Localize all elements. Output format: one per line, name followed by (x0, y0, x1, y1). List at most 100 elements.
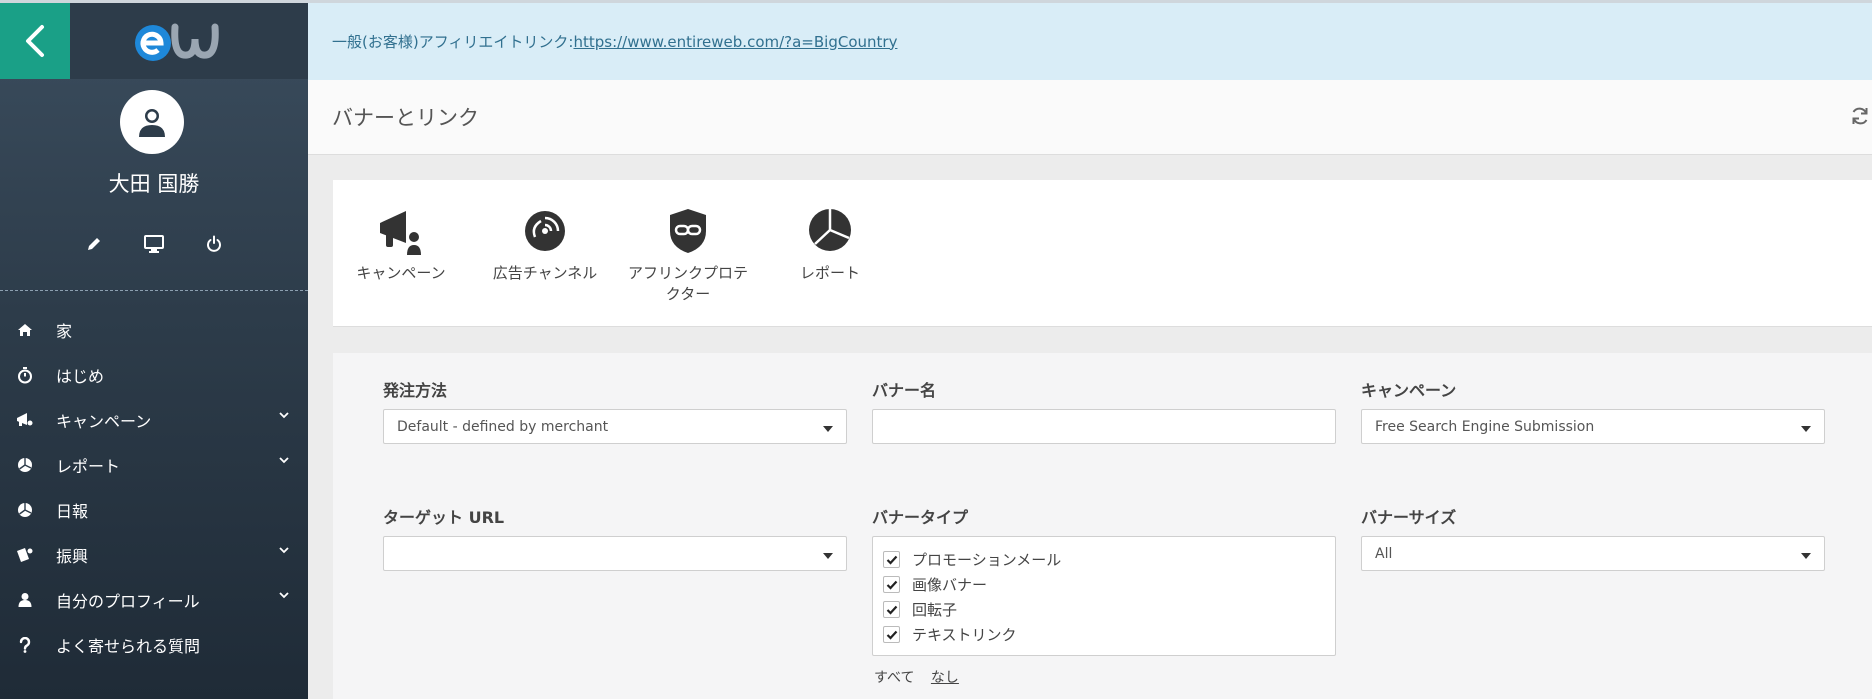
affiliate-link[interactable]: https://www.entireweb.com/?a=BigCountry (573, 33, 897, 51)
checkmark-icon (886, 555, 897, 565)
caret-down-icon (1801, 553, 1811, 559)
chevron-down-icon (279, 547, 289, 554)
sidebar-item-label: キャンペーン (56, 411, 152, 431)
user-icon (139, 109, 165, 137)
pencil-icon (88, 238, 100, 250)
sidebar-item-label: 自分のプロフィール (56, 591, 200, 611)
tile-reports[interactable]: レポート (765, 207, 895, 284)
sidebar-item-label: レポート (56, 456, 121, 476)
order-method-select[interactable]: Default - defined by merchant (383, 409, 847, 444)
stopwatch-icon (18, 366, 32, 383)
banner-size-label: バナーサイズ (1361, 508, 1457, 527)
collapse-sidebar-button[interactable] (0, 3, 70, 79)
chevron-down-icon (279, 457, 289, 464)
banner-size-value: All (1375, 545, 1393, 562)
sidebar-item-label: はじめ (56, 366, 105, 386)
banner-type-checklist: プロモーションメール 画像バナー 回転子 テキストリンク (872, 536, 1336, 656)
page-title: バナーとリンク (332, 106, 479, 130)
user-icon (18, 592, 32, 607)
select-all-link[interactable]: すべて (874, 670, 914, 686)
chevron-down-icon (279, 412, 289, 419)
sidebar-item-label: 日報 (56, 501, 89, 521)
banner-type-option-rotator[interactable]: 回転子 (883, 597, 1325, 622)
megaphone-icon (17, 412, 33, 426)
tile-campaigns[interactable]: キャンペーン (336, 207, 466, 284)
sidebar-item-label: 家 (56, 321, 73, 341)
option-label: テキストリンク (912, 626, 1017, 644)
sidebar-header (0, 0, 308, 79)
campaign-label: キャンペーン (1361, 381, 1457, 400)
chevron-left-icon (26, 25, 44, 57)
tile-label: レポート (799, 264, 860, 282)
logo[interactable] (70, 3, 308, 79)
chevron-down-icon (279, 592, 289, 599)
tile-ad-channels[interactable]: 広告チャンネル (480, 207, 610, 284)
banner-size-select[interactable]: All (1361, 536, 1825, 571)
promotion-icon (17, 547, 33, 562)
sidebar-item-reports[interactable]: レポート (0, 442, 308, 487)
tile-label: アフリンクプロテクター (627, 264, 748, 303)
sidebar-item-campaigns[interactable]: キャンペーン (0, 397, 308, 442)
select-none-link[interactable]: なし (931, 670, 959, 686)
page-header: バナーとリンク (308, 80, 1872, 155)
sidebar-item-getting-started[interactable]: はじめ (0, 352, 308, 397)
tile-aflink-protector[interactable]: アフリンクプロテクター (623, 207, 753, 305)
sidebar-item-promotion[interactable]: 振興 (0, 532, 308, 577)
option-label: 画像バナー (912, 576, 988, 594)
sidebar-item-label: 振興 (56, 546, 89, 566)
sidebar-item-daily-report[interactable]: 日報 (0, 487, 308, 532)
home-icon (18, 323, 32, 336)
banner-type-option-promo-mail[interactable]: プロモーションメール (883, 547, 1325, 572)
checkbox[interactable] (883, 576, 900, 593)
sidebar-item-faq[interactable]: よく寄せられる質問 (0, 622, 308, 667)
banner-name-input[interactable] (872, 409, 1336, 444)
tile-label: 広告チャンネル (492, 264, 598, 282)
campaign-value: Free Search Engine Submission (1375, 418, 1595, 435)
sidebar-item-home[interactable]: 家 (0, 307, 308, 352)
pie-chart-icon (18, 502, 32, 517)
checkmark-icon (886, 605, 897, 615)
sidebar: 大田 国勝 家 はじめ キャンペーン レポート 日報 振興 自分のプロフィール … (0, 0, 308, 699)
banner-type-option-text-link[interactable]: テキストリンク (883, 622, 1325, 647)
sidebar-item-label: よく寄せられる質問 (56, 636, 201, 656)
question-icon (19, 636, 31, 653)
pie-chart-icon (809, 209, 851, 251)
quick-nav-panel: キャンペーン 広告チャンネル アフリンクプロテクター レポート (333, 180, 1872, 327)
tile-label: キャンペーン (356, 264, 446, 282)
caret-down-icon (1801, 426, 1811, 432)
option-label: プロモーションメール (912, 551, 1062, 569)
entireweb-logo-icon (135, 23, 219, 61)
caret-down-icon (823, 426, 833, 432)
order-method-value: Default - defined by merchant (397, 418, 609, 435)
monitor-icon (144, 235, 164, 253)
refresh-icon[interactable] (1850, 106, 1870, 126)
user-name: 大田 国勝 (108, 172, 200, 196)
edit-profile-button[interactable] (83, 233, 105, 255)
banner-type-option-image-banner[interactable]: 画像バナー (883, 572, 1325, 597)
pie-chart-icon (18, 457, 32, 472)
megaphone-icon (380, 211, 421, 255)
display-button[interactable] (143, 233, 165, 255)
power-icon (207, 235, 221, 252)
sidebar-nav: 家 はじめ キャンペーン レポート 日報 振興 自分のプロフィール よく寄せられ… (0, 307, 308, 667)
banner-type-label: バナータイプ (872, 508, 969, 527)
checkmark-icon (886, 580, 897, 590)
target-url-select[interactable] (383, 536, 847, 571)
logout-button[interactable] (203, 233, 225, 255)
checkmark-icon (886, 630, 897, 640)
checkbox[interactable] (883, 626, 900, 643)
caret-down-icon (823, 553, 833, 559)
checkbox[interactable] (883, 551, 900, 568)
affiliate-link-prefix: 一般(お客様)アフィリエイトリンク: (332, 33, 574, 51)
sidebar-item-my-profile[interactable]: 自分のプロフィール (0, 577, 308, 622)
order-method-label: 発注方法 (383, 381, 448, 400)
user-actions (0, 233, 308, 255)
checkbox[interactable] (883, 601, 900, 618)
target-url-label: ターゲット URL (383, 508, 505, 527)
sidebar-divider (0, 290, 308, 291)
campaign-select[interactable]: Free Search Engine Submission (1361, 409, 1825, 444)
option-label: 回転子 (912, 601, 958, 619)
avatar[interactable] (120, 90, 184, 154)
affiliate-link-banner: 一般(お客様)アフィリエイトリンク: https://www.entireweb.… (308, 0, 1872, 80)
link-shield-icon (670, 209, 706, 253)
